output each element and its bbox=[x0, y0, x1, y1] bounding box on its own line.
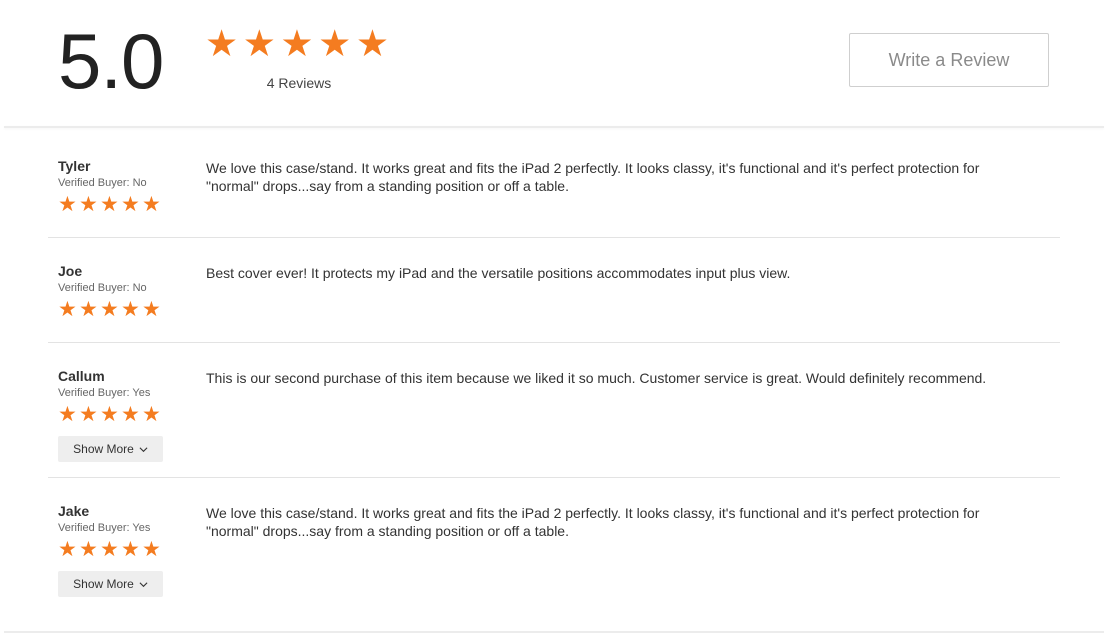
show-more-label: Show More bbox=[73, 577, 134, 591]
review-item: Jake Verified Buyer: Yes ★ ★ ★ ★ ★ Show More… bbox=[48, 502, 1060, 612]
review-divider bbox=[48, 477, 1060, 478]
average-score: 5.0 bbox=[58, 17, 164, 105]
reviewer-name: Tyler bbox=[58, 158, 91, 174]
review-star-rating: ★ ★ ★ ★ ★ bbox=[58, 404, 198, 426]
write-review-button[interactable]: Write a Review bbox=[849, 33, 1049, 87]
summary-divider bbox=[4, 126, 1104, 128]
star-icon: ★ bbox=[142, 538, 161, 561]
star-icon: ★ bbox=[100, 298, 119, 321]
show-more-button[interactable]: Show More bbox=[58, 436, 163, 462]
reviewer-info: Jake Verified Buyer: Yes ★ ★ ★ ★ ★ Show More bbox=[58, 502, 198, 597]
review-text: This is our second purchase of this item… bbox=[206, 370, 987, 386]
verified-buyer-status: Verified Buyer: No bbox=[58, 177, 147, 189]
review-star-rating: ★ ★ ★ ★ ★ bbox=[58, 539, 198, 561]
star-icon: ★ bbox=[100, 538, 119, 561]
star-icon: ★ bbox=[121, 193, 140, 216]
review-item: Joe Verified Buyer: No ★ ★ ★ ★ ★ Best cover … bbox=[48, 262, 1060, 343]
review-star-rating: ★ ★ ★ ★ ★ bbox=[58, 194, 198, 216]
star-icon: ★ bbox=[142, 193, 161, 216]
star-icon: ★ bbox=[79, 403, 98, 426]
star-icon: ★ bbox=[142, 403, 161, 426]
review-text: We love this case/stand. It works great … bbox=[206, 160, 980, 194]
review-divider bbox=[48, 342, 1060, 343]
star-icon: ★ bbox=[79, 298, 98, 321]
verified-buyer-status: Verified Buyer: No bbox=[58, 282, 147, 294]
star-icon: ★ bbox=[100, 403, 119, 426]
star-icon: ★ bbox=[355, 23, 389, 64]
reviewer-name: Callum bbox=[58, 368, 105, 384]
star-icon: ★ bbox=[121, 538, 140, 561]
reviewer-name: Joe bbox=[58, 263, 83, 279]
star-icon: ★ bbox=[58, 403, 77, 426]
review-text: Best cover ever! It protects my iPad and… bbox=[206, 265, 791, 281]
star-icon: ★ bbox=[100, 193, 119, 216]
star-icon: ★ bbox=[121, 298, 140, 321]
star-icon: ★ bbox=[79, 193, 98, 216]
review-item: Callum Verified Buyer: Yes ★ ★ ★ ★ ★ Show Mo… bbox=[48, 367, 1060, 478]
show-more-label: Show More bbox=[73, 442, 134, 456]
star-icon: ★ bbox=[318, 23, 352, 64]
reviewer-name: Jake bbox=[58, 503, 90, 519]
show-more-button[interactable]: Show More bbox=[58, 571, 163, 597]
star-icon: ★ bbox=[58, 538, 77, 561]
verified-buyer-status: Verified Buyer: Yes bbox=[58, 387, 151, 399]
reviewer-info: Callum Verified Buyer: Yes ★ ★ ★ ★ ★ Show Mo… bbox=[58, 367, 198, 462]
review-star-rating: ★ ★ ★ ★ ★ bbox=[58, 299, 198, 321]
list-bottom-divider bbox=[4, 631, 1104, 633]
star-icon: ★ bbox=[121, 403, 140, 426]
star-icon: ★ bbox=[205, 23, 239, 64]
review-divider bbox=[48, 237, 1060, 238]
average-star-rating: ★ ★ ★ ★ ★ bbox=[205, 24, 389, 64]
review-count: 4 Reviews bbox=[266, 75, 332, 91]
star-icon: ★ bbox=[142, 298, 161, 321]
chevron-down-icon bbox=[139, 446, 148, 452]
rating-summary: 5.0 ★ ★ ★ ★ ★ 4 Reviews Write a Review bbox=[0, 0, 1108, 128]
star-icon: ★ bbox=[280, 23, 314, 64]
star-icon: ★ bbox=[58, 193, 77, 216]
review-item: Tyler Verified Buyer: No ★ ★ ★ ★ ★ We love t… bbox=[48, 157, 1060, 238]
star-icon: ★ bbox=[79, 538, 98, 561]
reviewer-info: Tyler Verified Buyer: No ★ ★ ★ ★ ★ bbox=[58, 157, 198, 216]
chevron-down-icon bbox=[139, 581, 148, 587]
star-icon: ★ bbox=[58, 298, 77, 321]
star-icon: ★ bbox=[242, 23, 276, 64]
reviewer-info: Joe Verified Buyer: No ★ ★ ★ ★ ★ bbox=[58, 262, 198, 321]
verified-buyer-status: Verified Buyer: Yes bbox=[58, 522, 151, 534]
review-text: We love this case/stand. It works great … bbox=[206, 505, 980, 539]
